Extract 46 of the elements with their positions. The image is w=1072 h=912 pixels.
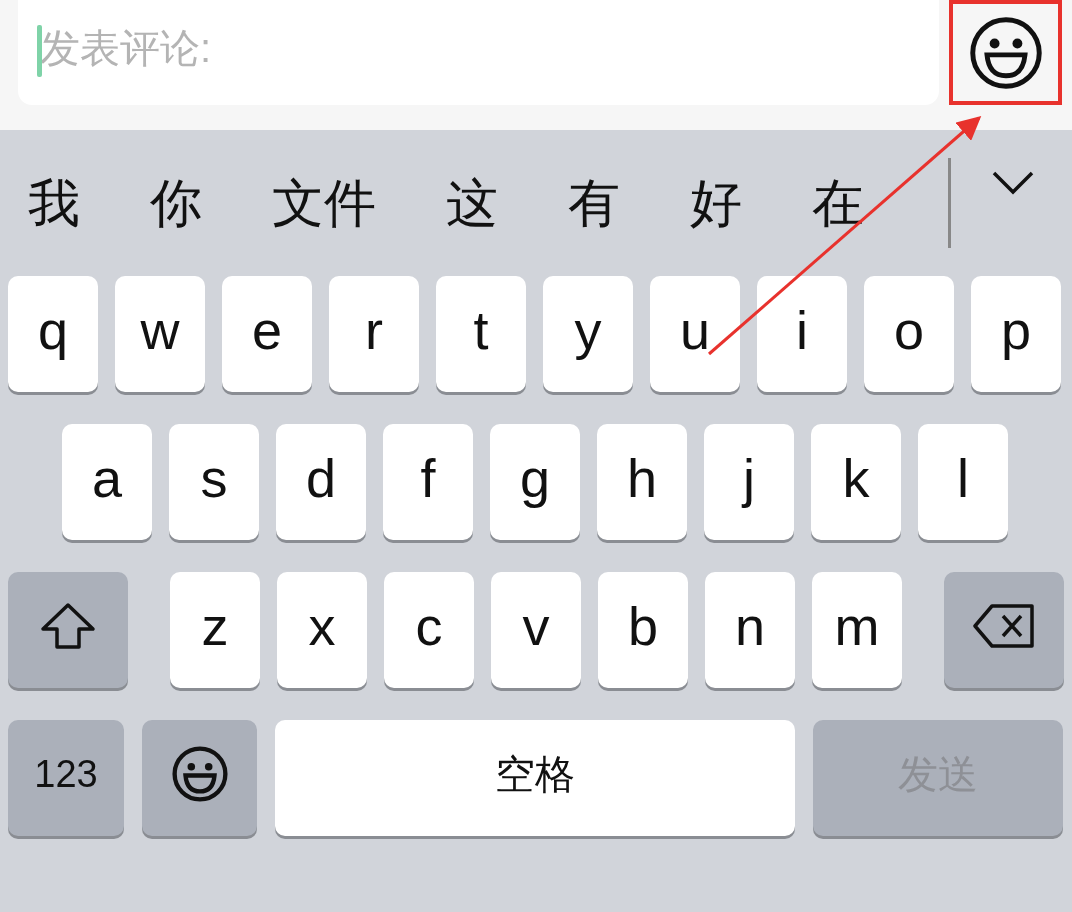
letter-key[interactable]: d	[276, 424, 366, 540]
letter-key[interactable]: a	[62, 424, 152, 540]
letter-key[interactable]: v	[491, 572, 581, 688]
candidate-word[interactable]: 在	[812, 164, 864, 242]
letter-key[interactable]: u	[650, 276, 740, 392]
letter-key[interactable]: m	[812, 572, 902, 688]
letter-key[interactable]: l	[918, 424, 1008, 540]
emoji-button[interactable]	[949, 0, 1062, 105]
letter-key[interactable]: g	[490, 424, 580, 540]
text-cursor	[37, 25, 42, 77]
letter-key[interactable]: c	[384, 572, 474, 688]
letter-key[interactable]: f	[383, 424, 473, 540]
letter-key[interactable]: y	[543, 276, 633, 392]
candidate-word[interactable]: 这	[446, 164, 498, 242]
letter-key[interactable]: x	[277, 572, 367, 688]
letter-key[interactable]: o	[864, 276, 954, 392]
smiley-icon	[967, 14, 1044, 91]
letter-key[interactable]: r	[329, 276, 419, 392]
letter-key[interactable]: h	[597, 424, 687, 540]
letter-key[interactable]: i	[757, 276, 847, 392]
letter-key[interactable]: k	[811, 424, 901, 540]
chevron-down-icon[interactable]	[991, 170, 1035, 196]
candidate-word[interactable]: 有	[568, 164, 620, 242]
smiley-icon	[170, 745, 229, 803]
shift-key[interactable]	[8, 572, 128, 688]
candidate-word[interactable]: 我	[28, 164, 80, 242]
letter-key[interactable]: n	[705, 572, 795, 688]
candidate-word[interactable]: 好	[690, 164, 742, 242]
letter-key[interactable]: e	[222, 276, 312, 392]
letter-key[interactable]: w	[115, 276, 205, 392]
candidate-word[interactable]: 文件	[272, 164, 376, 242]
letter-key[interactable]: p	[971, 276, 1061, 392]
letter-key[interactable]: s	[169, 424, 259, 540]
letter-key[interactable]: t	[436, 276, 526, 392]
candidate-word[interactable]: 你	[150, 164, 202, 242]
emoji-key[interactable]	[142, 720, 257, 836]
comment-input-field[interactable]: 发表评论:	[18, 0, 939, 105]
numbers-key[interactable]: 123	[8, 720, 124, 836]
space-key[interactable]: 空格	[275, 720, 795, 836]
letter-key[interactable]: z	[170, 572, 260, 688]
letter-key[interactable]: j	[704, 424, 794, 540]
letter-key[interactable]: b	[598, 572, 688, 688]
delete-key[interactable]	[944, 572, 1064, 688]
letter-key[interactable]: q	[8, 276, 98, 392]
shift-arrow-icon	[40, 602, 96, 650]
backspace-icon	[972, 603, 1036, 649]
